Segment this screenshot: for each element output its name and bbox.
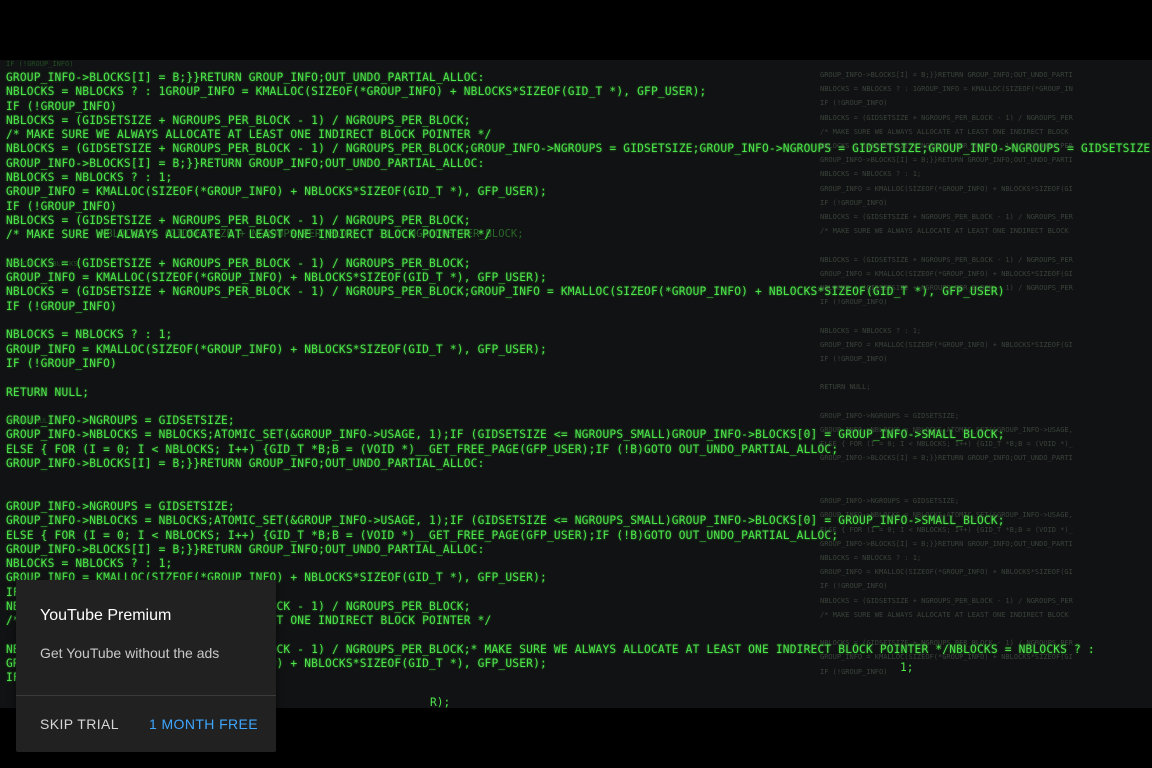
ghost-code-line: NBLOCKS = NBLOCKS ? : 1; [6,260,108,268]
stray-code-fragment: R); [430,696,451,708]
promo-title: YouTube Premium [40,607,172,624]
ghost-code-line: NBLOCKS = (GIDSETSIZE + NGROUPS_PER_BLOC… [100,228,524,240]
ghost-code-line: RETURN NULL; [6,417,57,425]
skip-trial-button[interactable]: SKIP TRIAL [40,710,119,738]
premium-promo-card: YouTube Premium Get YouTube without the … [16,580,276,752]
stray-code-fragment: 1; [900,661,914,674]
promo-divider [16,695,276,696]
background-code-column: GROUP_INFO->BLOCKS[I] = B;}}RETURN GROUP… [820,71,1073,676]
promo-subtitle: Get YouTube without the ads [40,645,220,661]
one-month-free-button[interactable]: 1 MONTH FREE [149,710,258,738]
ghost-code-line: IF (!GROUP_INFO) [6,60,74,68]
